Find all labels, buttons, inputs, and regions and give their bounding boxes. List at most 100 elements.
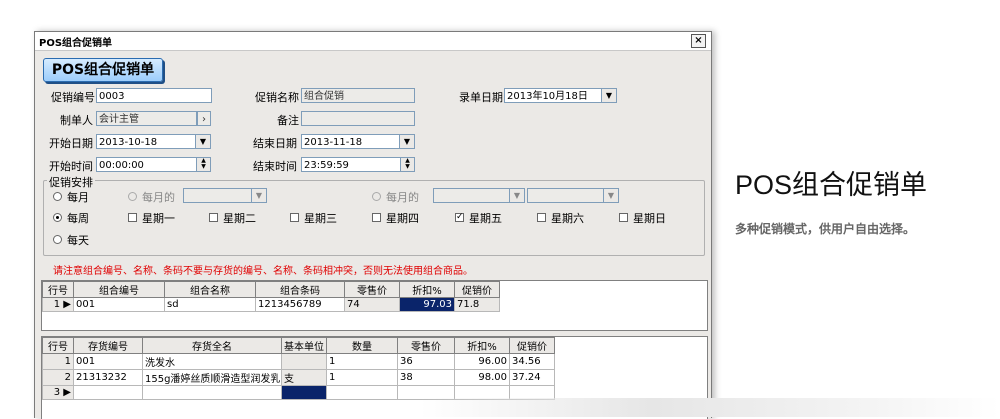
- table-cell[interactable]: 155g潘婷丝质顺滑造型润发乳: [142, 369, 282, 386]
- col-header[interactable]: 存货编号: [73, 337, 143, 354]
- monthly-radio[interactable]: [53, 192, 62, 201]
- weekday-label-wed: 星期三: [304, 212, 337, 225]
- table-cell[interactable]: 71.8: [454, 297, 500, 312]
- remark-field[interactable]: [301, 111, 415, 126]
- col-header[interactable]: 零售价: [397, 337, 455, 354]
- feature-subtitle: 多种促销模式，供用户自由选择。: [735, 222, 916, 236]
- table-row[interactable]: 2 21313232 155g潘婷丝质顺滑造型润发乳 支 1 38 98.00 …: [42, 369, 555, 386]
- table-cell[interactable]: 34.56: [509, 353, 555, 370]
- weekday-checkbox-wed[interactable]: [290, 213, 299, 222]
- row-number-cell[interactable]: 1: [42, 353, 74, 370]
- table-cell[interactable]: 37.24: [509, 369, 555, 386]
- col-header[interactable]: 促销价: [454, 281, 500, 298]
- monthly-of-select-3[interactable]: ▼: [527, 188, 619, 203]
- table-cell[interactable]: 支: [281, 369, 327, 386]
- table-cell[interactable]: 1: [326, 369, 398, 386]
- entry-date-picker[interactable]: 2013年10月18日 ▼: [504, 88, 617, 103]
- col-header[interactable]: 折扣%: [399, 281, 455, 298]
- dropdown-arrow-icon[interactable]: ▼: [603, 189, 618, 202]
- dropdown-arrow-icon[interactable]: ▼: [509, 189, 524, 202]
- weekday-checkbox-sun[interactable]: [619, 213, 628, 222]
- col-header[interactable]: 数量: [326, 337, 398, 354]
- schedule-title: 促销安排: [47, 174, 95, 190]
- row-number-cell[interactable]: 1 ▶: [42, 297, 74, 312]
- close-button[interactable]: ×: [691, 34, 706, 48]
- table-cell[interactable]: [73, 385, 143, 400]
- spin-arrows-icon[interactable]: ▲ ▼: [400, 158, 414, 171]
- combo-grid[interactable]: 行号 组合编号 组合名称 组合条码 零售价 折扣% 促销价 1 ▶ 001 sd…: [41, 280, 708, 331]
- dropdown-arrow-icon[interactable]: ▼: [195, 135, 210, 148]
- table-cell[interactable]: 38: [397, 369, 455, 386]
- maker-field[interactable]: 会计主管: [96, 111, 197, 126]
- weekday-label-sun: 星期日: [633, 212, 666, 225]
- end-time-value: 23:59:59: [304, 160, 349, 171]
- selected-cell[interactable]: [281, 385, 327, 400]
- weekly-radio[interactable]: [53, 213, 62, 222]
- daily-radio[interactable]: [53, 235, 62, 244]
- table-cell[interactable]: 74: [344, 297, 400, 312]
- table-cell[interactable]: [142, 385, 282, 400]
- table-cell[interactable]: [326, 385, 398, 400]
- row-number-cell[interactable]: 2: [42, 369, 74, 386]
- window-title: POS组合促销单: [39, 38, 113, 49]
- start-time-spinner[interactable]: 00:00:00 ▲ ▼: [96, 157, 211, 172]
- weekday-checkbox-sat[interactable]: [537, 213, 546, 222]
- monthly-label: 每月: [67, 191, 89, 204]
- combo-table: 行号 组合编号 组合名称 组合条码 零售价 折扣% 促销价 1 ▶ 001 sd…: [42, 281, 500, 312]
- promo-no-label: 促销编号: [51, 91, 95, 104]
- col-header[interactable]: 行号: [42, 337, 74, 354]
- col-header[interactable]: 促销价: [509, 337, 555, 354]
- table-cell[interactable]: 1213456789: [255, 297, 345, 312]
- promo-name-field[interactable]: 组合促销: [301, 88, 415, 103]
- col-header[interactable]: 基本单位: [281, 337, 327, 354]
- weekday-checkbox-tue[interactable]: [209, 213, 218, 222]
- col-header[interactable]: 零售价: [344, 281, 400, 298]
- end-date-picker[interactable]: 2013-11-18 ▼: [301, 134, 415, 149]
- start-date-value: 2013-10-18: [99, 137, 158, 148]
- col-header[interactable]: 折扣%: [454, 337, 510, 354]
- title-bar: POS组合促销单 ×: [35, 32, 711, 51]
- floor-shadow: [420, 398, 1000, 417]
- table-cell[interactable]: 001: [73, 297, 165, 312]
- promo-no-field[interactable]: 0003: [96, 88, 212, 103]
- end-time-spinner[interactable]: 23:59:59 ▲ ▼: [301, 157, 415, 172]
- col-header[interactable]: 行号: [42, 281, 74, 298]
- table-row[interactable]: 1 ▶ 001 sd 1213456789 74 97.03 71.8: [42, 297, 500, 312]
- col-header[interactable]: 组合名称: [164, 281, 256, 298]
- start-date-picker[interactable]: 2013-10-18 ▼: [96, 134, 211, 149]
- monthly-of-radio-1[interactable]: [128, 192, 137, 201]
- dropdown-arrow-icon[interactable]: ▼: [251, 189, 266, 202]
- col-header[interactable]: 组合编号: [73, 281, 165, 298]
- weekday-checkbox-mon[interactable]: [128, 213, 137, 222]
- table-cell[interactable]: 98.00: [454, 369, 510, 386]
- table-cell[interactable]: 36: [397, 353, 455, 370]
- table-cell[interactable]: 1: [326, 353, 398, 370]
- row-number-cell[interactable]: 3 ▶: [42, 385, 74, 400]
- item-table: 行号 存货编号 存货全名 基本单位 数量 零售价 折扣% 促销价 1 001 洗…: [42, 337, 555, 400]
- weekday-label-tue: 星期二: [223, 212, 256, 225]
- table-cell[interactable]: 21313232: [73, 369, 143, 386]
- dropdown-arrow-icon[interactable]: ▼: [601, 89, 616, 102]
- weekly-label: 每周: [67, 212, 89, 225]
- table-cell[interactable]: 001: [73, 353, 143, 370]
- table-cell[interactable]: [281, 353, 327, 370]
- monthly-of-radio-2[interactable]: [372, 192, 381, 201]
- table-cell[interactable]: sd: [164, 297, 256, 312]
- col-header[interactable]: 组合条码: [255, 281, 345, 298]
- weekday-checkbox-fri[interactable]: ✓: [455, 213, 464, 222]
- selected-cell[interactable]: 97.03: [399, 297, 455, 312]
- end-time-label: 结束时间: [253, 160, 297, 173]
- monthly-of-select-1[interactable]: ▼: [183, 188, 267, 203]
- spin-arrows-icon[interactable]: ▲ ▼: [196, 158, 210, 171]
- table-cell[interactable]: 洗发水: [142, 353, 282, 370]
- remark-label: 备注: [277, 114, 299, 127]
- weekday-checkbox-thu[interactable]: [372, 213, 381, 222]
- daily-label: 每天: [67, 234, 89, 247]
- monthly-of-select-2[interactable]: ▼: [433, 188, 525, 203]
- dropdown-arrow-icon[interactable]: ▼: [399, 135, 414, 148]
- maker-lookup-button[interactable]: ›: [197, 111, 211, 126]
- table-row[interactable]: 1 001 洗发水 1 36 96.00 34.56: [42, 353, 555, 370]
- table-cell[interactable]: 96.00: [454, 353, 510, 370]
- weekday-label-fri: 星期五: [469, 212, 502, 225]
- col-header[interactable]: 存货全名: [142, 337, 282, 354]
